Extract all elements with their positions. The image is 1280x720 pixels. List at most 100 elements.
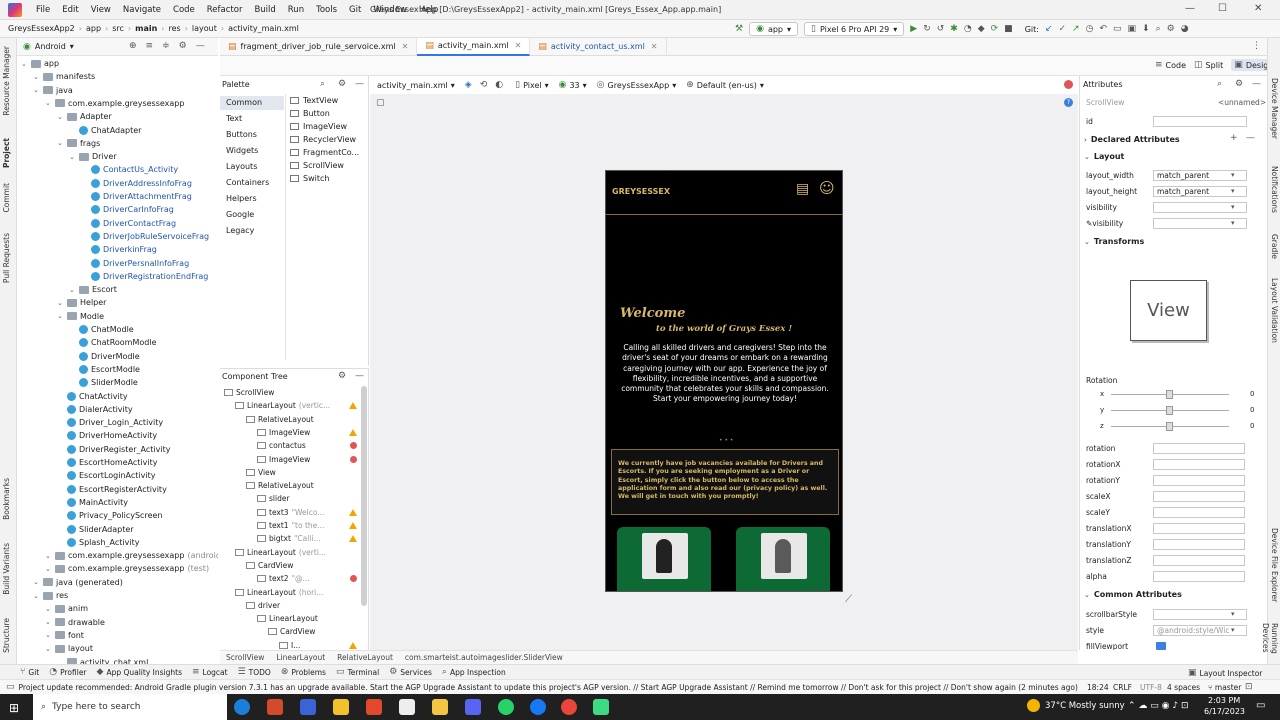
chevron-down-icon[interactable]: ▾ — [1231, 171, 1235, 179]
facebook-icon[interactable] — [530, 699, 546, 715]
menu-build[interactable]: Build — [248, 5, 281, 15]
chevron-down-icon[interactable]: ⌄ — [33, 73, 43, 81]
toggle-blueprint-icon[interactable]: ▢ — [376, 98, 385, 108]
slider-thumb[interactable] — [1166, 390, 1173, 399]
windows-start-icon[interactable]: ⊞ — [9, 701, 19, 715]
device-mirror-icon[interactable]: ▭ — [1113, 24, 1122, 34]
component-tree-node[interactable]: driver — [246, 599, 361, 612]
hide-icon[interactable]: — — [1252, 79, 1261, 89]
palette-category-buttons[interactable]: Buttons — [226, 130, 257, 139]
component-tree-node[interactable]: text3 "Welco... — [257, 506, 361, 519]
resize-handle-icon[interactable]: ⟋ — [845, 594, 852, 605]
git-push-icon[interactable]: ↗ — [1072, 24, 1080, 34]
tool-app-inspection[interactable]: ⌕ App Inspection — [442, 667, 506, 677]
profile-icon[interactable]: ◔ — [964, 24, 972, 34]
component-tree-node[interactable]: LinearLayout (vertic... — [235, 399, 361, 412]
tree-item[interactable]: ⌄ com.example.greysessexapp(androidTe — [45, 549, 218, 562]
tree-item[interactable]: ⌄ app — [21, 57, 59, 70]
close-icon[interactable]: ✕ — [1254, 3, 1262, 14]
palette-item-fragmentcontainer[interactable]: FragmentCo... — [290, 148, 359, 157]
tree-item[interactable]: ⌄ Helper — [57, 296, 106, 309]
palette-item-imageview[interactable]: ImageView — [290, 122, 347, 131]
tree-item[interactable]: Driver_Login_Activity — [57, 416, 163, 429]
declared-attributes-section[interactable]: › Declared Attributes — [1084, 135, 1180, 144]
tree-item[interactable]: ChatRoomModle — [69, 336, 157, 349]
chevron-down-icon[interactable]: ⌄ — [45, 631, 55, 639]
tool-commit[interactable]: Commit — [2, 183, 11, 212]
night-mode-icon[interactable]: ◐ — [495, 80, 503, 90]
app-icon[interactable] — [399, 699, 415, 715]
tool-device-file-explorer[interactable]: Device File Explorer — [1270, 528, 1279, 602]
component-tree-node[interactable]: ScrollView — [224, 386, 361, 399]
error-indicator-icon[interactable] — [1064, 80, 1073, 89]
chevron-down-icon[interactable]: ▾ — [1231, 187, 1235, 195]
menu-tools[interactable]: Tools — [310, 5, 343, 15]
component-tree-node[interactable]: LinearLayout (hori... — [235, 586, 361, 599]
sync-icon[interactable]: ⟳ — [991, 24, 999, 34]
chevron-down-icon[interactable]: ⌄ — [45, 605, 55, 613]
whatsapp-icon[interactable] — [498, 699, 514, 715]
chevron-down-icon[interactable]: ⌄ — [69, 286, 79, 294]
transform-field-input[interactable] — [1153, 443, 1245, 454]
edge-icon[interactable] — [234, 699, 250, 715]
tree-item[interactable]: ChatActivity — [57, 390, 128, 403]
tool-bookmarks[interactable]: Bookmarks — [2, 478, 11, 520]
phone-preview[interactable]: GREYSESSEX ▤ ☺ Welcome to the world of G… — [605, 170, 843, 592]
palette-item-switch[interactable]: Switch — [290, 174, 329, 183]
clock-time[interactable]: 2:03 PM — [1208, 696, 1240, 705]
caret-position[interactable]: 18:24 — [1087, 683, 1109, 692]
chevron-down-icon[interactable]: ▾ — [1231, 219, 1235, 227]
theme-select[interactable]: ◎ GreysEssexApp ▾ — [597, 80, 677, 90]
tree-item[interactable]: DriverJobRuleServoiceFrag — [81, 230, 209, 243]
debug-icon[interactable]: ✱ — [950, 24, 958, 34]
api-level-select[interactable]: ◉ 33 ▾ — [559, 80, 587, 90]
apply-code-icon[interactable]: ↺ — [937, 24, 945, 34]
tool-layout-inspector[interactable]: ▣ Layout Inspector — [1188, 668, 1262, 678]
menu-code[interactable]: Code — [167, 5, 201, 15]
tree-item[interactable]: SliderAdapter — [57, 523, 134, 536]
tab-fragment-driver-job-rule[interactable]: ▤ fragment_driver_job_rule_servoice.xml ✕ — [220, 37, 418, 56]
tree-item[interactable]: ⌄ java — [33, 84, 73, 97]
menu-edit[interactable]: Edit — [56, 5, 84, 15]
menu-view[interactable]: View — [85, 5, 117, 15]
hide-icon[interactable]: — — [196, 41, 205, 51]
tree-item[interactable]: DriverCarInfoFrag — [81, 203, 174, 216]
error-icon[interactable] — [350, 455, 357, 463]
transforms-section[interactable]: ⌄ Transforms — [1084, 237, 1144, 246]
chevron-down-icon[interactable]: ⌄ — [45, 99, 55, 107]
warning-icon[interactable] — [349, 508, 357, 516]
common-attributes-section[interactable]: ⌄ Common Attributes — [1084, 590, 1182, 599]
crumb-app[interactable]: app — [86, 24, 101, 33]
tree-item[interactable]: EscortLoginActivity — [57, 469, 155, 482]
tree-item[interactable]: ⌄ drawable — [45, 616, 105, 629]
tree-item[interactable]: ⌄ manifests — [33, 70, 95, 83]
tree-item[interactable]: EscortModle — [69, 363, 140, 376]
tree-item[interactable]: ⌄ layout — [45, 642, 93, 655]
component-tree-node[interactable]: ImageView — [257, 453, 361, 466]
remove-attribute-icon[interactable]: — — [1246, 133, 1255, 143]
crumb-layout[interactable]: layout — [192, 24, 217, 33]
tree-item[interactable]: ContactUs_Activity — [81, 163, 178, 176]
tree-item[interactable]: ⌄ Driver — [69, 150, 117, 163]
tool-device-manager[interactable]: Device Manager — [1270, 78, 1279, 139]
palette-category-legacy[interactable]: Legacy — [226, 226, 254, 235]
tree-item[interactable]: DriverContactFrag — [81, 217, 176, 230]
tool-running-devices[interactable]: Running Devices — [1261, 623, 1279, 664]
git-branch[interactable]: ⑂ master — [1208, 683, 1241, 692]
crumb-main[interactable]: main — [135, 24, 157, 33]
tree-item[interactable]: ⌄ font — [45, 629, 84, 642]
warning-icon[interactable] — [349, 522, 357, 529]
component-tree-scrollbar[interactable] — [361, 386, 367, 606]
menu-navigate[interactable]: Navigate — [117, 5, 167, 15]
chevron-down-icon[interactable]: ⌄ — [69, 153, 79, 161]
driver-card[interactable] — [617, 527, 711, 591]
file-encoding[interactable]: UTF-8 — [1140, 683, 1162, 692]
tool-structure[interactable]: Structure — [2, 618, 11, 653]
error-icon[interactable] — [350, 442, 357, 450]
transform-field-input[interactable] — [1153, 555, 1245, 566]
transform-field-input[interactable] — [1153, 459, 1245, 470]
minimize-icon[interactable]: — — [1185, 3, 1195, 14]
search-icon[interactable]: ⌕ — [1217, 79, 1222, 89]
chevron-down-icon[interactable]: ▾ — [1231, 203, 1235, 211]
gear-icon[interactable]: ⚙ — [338, 371, 346, 381]
